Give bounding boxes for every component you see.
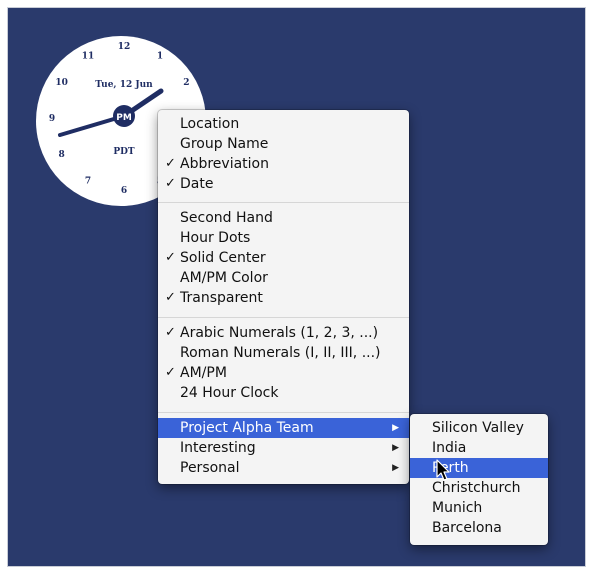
check-icon: ✓ <box>165 250 176 265</box>
menu-item-personal[interactable]: Personal ▶ <box>158 458 409 478</box>
menu-item-ampm[interactable]: ✓ AM/PM <box>158 363 409 383</box>
submenu-project-alpha-team: Silicon Valley India Perth Christchurch … <box>410 414 548 545</box>
clock-numeral: 7 <box>85 176 91 186</box>
mouse-pointer-icon <box>436 459 450 481</box>
check-icon: ✓ <box>165 176 176 191</box>
menu-item-solid-center[interactable]: ✓ Solid Center <box>158 248 409 268</box>
menu-item-second-hand[interactable]: Second Hand <box>158 208 409 228</box>
clock-numeral: 1 <box>157 52 163 62</box>
context-menu: Location Group Name ✓ Abbreviation ✓ Date … <box>158 110 409 484</box>
clock-date: Tue, 12 Jun <box>95 80 153 90</box>
submenu-item-perth[interactable]: Perth <box>410 458 548 478</box>
menu-item-group-name[interactable]: Group Name <box>158 134 409 154</box>
menu-item-24-hour-clock[interactable]: 24 Hour Clock <box>158 383 409 403</box>
submenu-item-christchurch[interactable]: Christchurch <box>410 478 548 498</box>
clock-numeral: 8 <box>58 150 64 160</box>
submenu-arrow-icon: ▶ <box>392 463 399 473</box>
submenu-item-barcelona[interactable]: Barcelona <box>410 518 548 538</box>
submenu-item-munich[interactable]: Munich <box>410 498 548 518</box>
clock-numeral: 9 <box>49 114 55 124</box>
submenu-arrow-icon: ▶ <box>392 423 399 433</box>
clock-numeral: 2 <box>183 78 189 88</box>
submenu-arrow-icon: ▶ <box>392 443 399 453</box>
menu-item-ampm-color[interactable]: AM/PM Color <box>158 268 409 288</box>
check-icon: ✓ <box>165 325 176 340</box>
menu-separator <box>158 317 409 318</box>
menu-separator <box>158 202 409 203</box>
menu-item-date[interactable]: ✓ Date <box>158 174 409 194</box>
submenu-item-india[interactable]: India <box>410 438 548 458</box>
menu-item-transparent[interactable]: ✓ Transparent <box>158 288 409 308</box>
check-icon: ✓ <box>165 365 176 380</box>
clock-numeral: 11 <box>82 52 95 62</box>
menu-item-project-alpha-team[interactable]: Project Alpha Team ▶ <box>158 418 409 438</box>
menu-item-location[interactable]: Location <box>158 114 409 134</box>
clock-numeral: 10 <box>55 78 68 88</box>
menu-item-roman-numerals[interactable]: Roman Numerals (I, II, III, ...) <box>158 343 409 363</box>
menu-item-hour-dots[interactable]: Hour Dots <box>158 228 409 248</box>
clock-numeral: 6 <box>121 186 127 196</box>
menu-separator <box>158 412 409 413</box>
menu-item-arabic-numerals[interactable]: ✓ Arabic Numerals (1, 2, 3, ...) <box>158 323 409 343</box>
clock-ampm: PM <box>116 113 132 123</box>
menu-item-abbreviation[interactable]: ✓ Abbreviation <box>158 154 409 174</box>
submenu-item-silicon-valley[interactable]: Silicon Valley <box>410 418 548 438</box>
check-icon: ✓ <box>165 156 176 171</box>
clock-timezone: PDT <box>113 147 135 157</box>
menu-item-interesting[interactable]: Interesting ▶ <box>158 438 409 458</box>
check-icon: ✓ <box>165 290 176 305</box>
clock-numeral: 12 <box>118 42 131 52</box>
